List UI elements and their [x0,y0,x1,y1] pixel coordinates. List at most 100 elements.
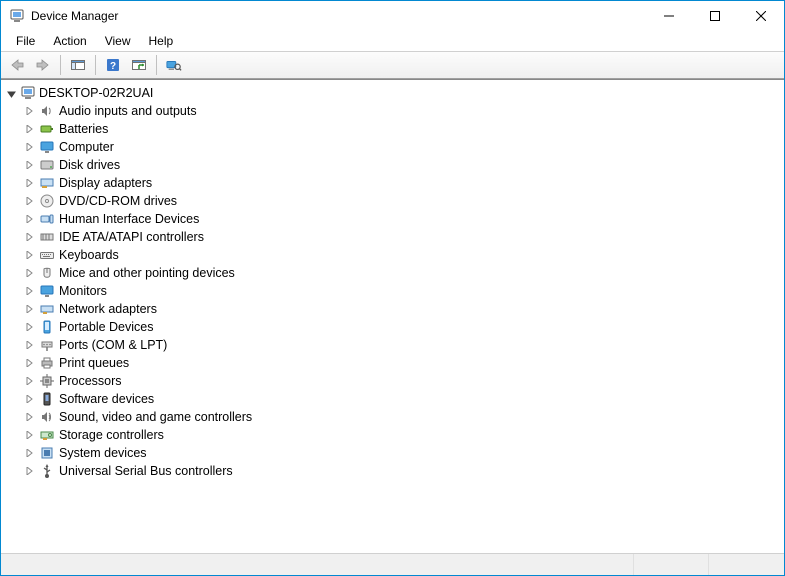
computer-icon [19,85,37,101]
tree-root-label: DESKTOP-02R2UAI [37,84,155,102]
tree-category-row[interactable]: Monitors [21,282,782,300]
display-adapter-icon [37,175,57,191]
toolbar-properties-button[interactable] [127,54,151,76]
tree-category-row[interactable]: Software devices [21,390,782,408]
chevron-right-icon[interactable] [21,197,37,205]
chevron-right-icon[interactable] [21,143,37,151]
tree-category-row[interactable]: Print queues [21,354,782,372]
cdrom-icon [37,193,57,209]
menu-help[interactable]: Help [140,32,183,50]
chevron-right-icon[interactable] [21,287,37,295]
tree-category-label: IDE ATA/ATAPI controllers [57,228,206,246]
tree-category-row[interactable]: Audio inputs and outputs [21,102,782,120]
tree-category-label: Keyboards [57,246,121,264]
close-button[interactable] [738,1,784,31]
tree-category-row[interactable]: Computer [21,138,782,156]
tree-category-row[interactable]: Mice and other pointing devices [21,264,782,282]
tree-category-row[interactable]: Display adapters [21,174,782,192]
printer-icon [37,355,57,371]
chevron-right-icon[interactable] [21,377,37,385]
chevron-right-icon[interactable] [21,341,37,349]
chevron-right-icon[interactable] [21,233,37,241]
properties-icon [131,57,147,73]
tree-category-row[interactable]: Universal Serial Bus controllers [21,462,782,480]
mouse-icon [37,265,57,281]
tree-category-label: Universal Serial Bus controllers [57,462,235,480]
portable-device-icon [37,319,57,335]
menu-view[interactable]: View [96,32,140,50]
tree-category-row[interactable]: Storage controllers [21,426,782,444]
chevron-right-icon[interactable] [21,395,37,403]
arrow-right-icon [35,57,51,73]
scan-hardware-icon [166,57,182,73]
chevron-right-icon[interactable] [21,467,37,475]
tree-category-row[interactable]: System devices [21,444,782,462]
menu-action[interactable]: Action [44,32,95,50]
toolbar-scan-hardware-button[interactable] [162,54,186,76]
tree-category-label: DVD/CD-ROM drives [57,192,179,210]
maximize-button[interactable] [692,1,738,31]
tree-category-row[interactable]: DVD/CD-ROM drives [21,192,782,210]
content-area: DESKTOP-02R2UAI Audio inputs and outputs… [1,79,784,575]
toolbar-help-button[interactable]: ? [101,54,125,76]
tree-category-label: Display adapters [57,174,154,192]
tree-category-label: Monitors [57,282,109,300]
tree-category-label: Audio inputs and outputs [57,102,199,120]
tree-category-row[interactable]: Processors [21,372,782,390]
chevron-right-icon[interactable] [21,413,37,421]
audio-icon [37,103,57,119]
tree-category-label: Processors [57,372,124,390]
tree-category-row[interactable]: Batteries [21,120,782,138]
chevron-right-icon[interactable] [21,359,37,367]
chevron-right-icon[interactable] [21,305,37,313]
chevron-right-icon[interactable] [21,269,37,277]
chevron-right-icon[interactable] [21,323,37,331]
tree-category-row[interactable]: Portable Devices [21,318,782,336]
toolbar-show-hide-button[interactable] [66,54,90,76]
disk-icon [37,157,57,173]
usb-icon [37,463,57,479]
tree-root-row[interactable]: DESKTOP-02R2UAI [3,84,782,102]
chevron-right-icon[interactable] [21,161,37,169]
minimize-button[interactable] [646,1,692,31]
chevron-right-icon[interactable] [21,431,37,439]
status-cell [1,554,634,575]
tree-category-row[interactable]: Keyboards [21,246,782,264]
sound-video-icon [37,409,57,425]
tree-category-row[interactable]: Ports (COM & LPT) [21,336,782,354]
statusbar [1,553,784,575]
chevron-right-icon[interactable] [21,107,37,115]
tree-category-label: Computer [57,138,116,156]
tree-category-label: Batteries [57,120,110,138]
network-icon [37,301,57,317]
chevron-right-icon[interactable] [21,251,37,259]
device-tree[interactable]: DESKTOP-02R2UAI Audio inputs and outputs… [1,80,784,553]
tree-category-row[interactable]: Disk drives [21,156,782,174]
menubar: File Action View Help [1,31,784,51]
toolbar-back-button[interactable] [5,54,29,76]
tree-category-row[interactable]: Human Interface Devices [21,210,782,228]
chevron-down-icon[interactable] [3,89,19,98]
tree-category-label: Mice and other pointing devices [57,264,237,282]
port-icon [37,337,57,353]
window-title: Device Manager [31,9,118,23]
panel-icon [70,57,86,73]
chevron-right-icon[interactable] [21,449,37,457]
chevron-right-icon[interactable] [21,179,37,187]
chevron-right-icon[interactable] [21,215,37,223]
menu-file[interactable]: File [7,32,44,50]
toolbar-forward-button[interactable] [31,54,55,76]
tree-category-label: Portable Devices [57,318,156,336]
monitor-icon [37,139,57,155]
storage-controller-icon [37,427,57,443]
tree-category-label: Software devices [57,390,156,408]
tree-category-label: System devices [57,444,149,462]
tree-category-row[interactable]: IDE ATA/ATAPI controllers [21,228,782,246]
tree-category-row[interactable]: Network adapters [21,300,782,318]
device-manager-window: Device Manager File Action View Help [0,0,785,576]
system-device-icon [37,445,57,461]
status-cell [634,554,709,575]
chevron-right-icon[interactable] [21,125,37,133]
tree-category-row[interactable]: Sound, video and game controllers [21,408,782,426]
arrow-left-icon [9,57,25,73]
